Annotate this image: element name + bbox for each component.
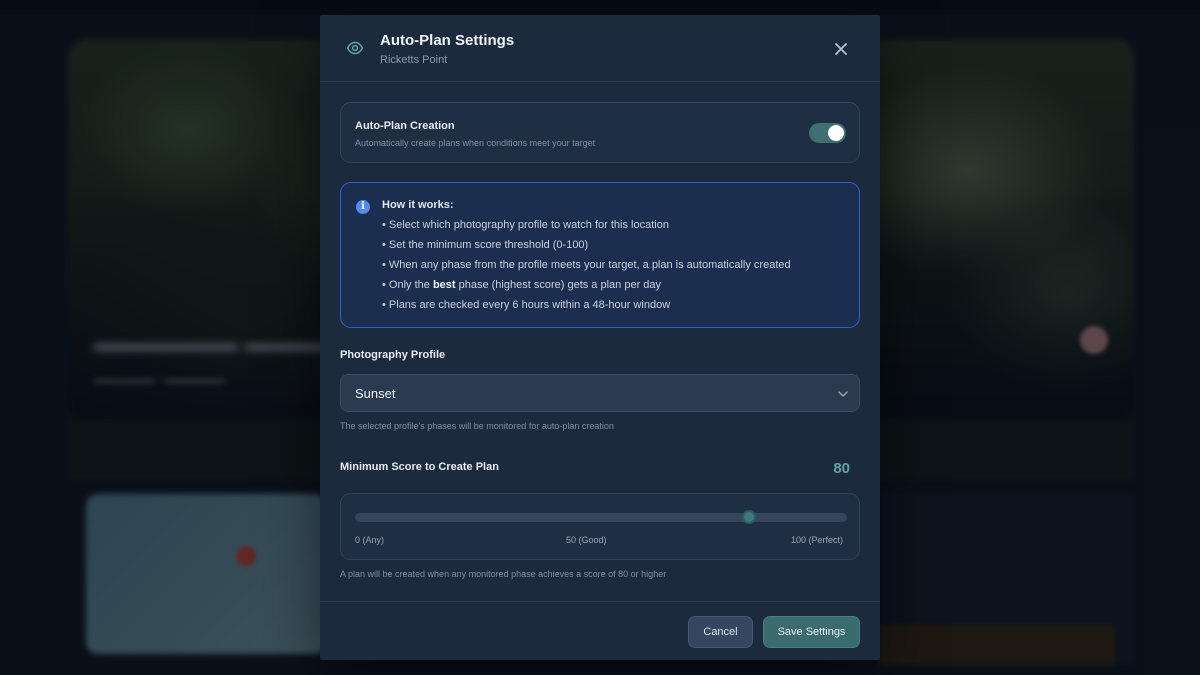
photography-profile-select[interactable]: Sunset [340, 374, 860, 412]
minimum-score-label: Minimum Score to Create Plan [340, 461, 499, 473]
how-it-works-info-box: i How it works: • Select which photograp… [340, 182, 860, 328]
info-item: • Set the minimum score threshold (0-100… [382, 239, 589, 251]
dialog-subtitle: Ricketts Point [380, 54, 448, 66]
info-item-prefix: • Only the [382, 279, 433, 291]
save-settings-button[interactable]: Save Settings [763, 616, 860, 648]
score-slider-thumb[interactable] [741, 510, 756, 524]
score-slider-track[interactable] [355, 513, 847, 522]
minimum-score-value: 80 [833, 460, 850, 477]
info-item: • When any phase from the profile meets … [382, 259, 791, 271]
chevron-down-icon [838, 391, 848, 397]
tick-label-min: 0 (Any) [355, 535, 385, 545]
info-item-best-phase: • Only the best phase (highest score) ge… [382, 279, 661, 291]
score-help-text: A plan will be created when any monitore… [340, 569, 667, 579]
score-slider-card: 0 (Any) 50 (Good) 100 (Perfect) [340, 493, 860, 560]
dialog-header: Auto-Plan Settings Ricketts Point [320, 15, 880, 82]
profile-help-text: The selected profile's phases will be mo… [340, 421, 614, 431]
eye-icon [346, 41, 364, 55]
toggle-knob [828, 125, 844, 141]
info-item-suffix: phase (highest score) gets a plan per da… [455, 279, 662, 291]
info-title: How it works: [382, 199, 454, 211]
info-item-bold: best [432, 279, 456, 291]
auto-plan-settings-dialog: Auto-Plan Settings Ricketts Point Auto-P… [320, 15, 880, 660]
info-item: • Select which photography profile to wa… [382, 219, 669, 231]
auto-plan-toggle-card: Auto-Plan Creation Automatically create … [340, 102, 860, 163]
info-icon: i [356, 200, 370, 214]
close-icon[interactable] [831, 39, 851, 59]
auto-plan-toggle-switch[interactable] [809, 123, 846, 143]
photography-profile-label: Photography Profile [340, 349, 446, 361]
info-item: • Plans are checked every 6 hours within… [382, 299, 671, 311]
tick-label-max: 100 (Perfect) [791, 535, 844, 545]
auto-plan-title: Auto-Plan Creation [355, 120, 455, 132]
tick-label-mid: 50 (Good) [566, 535, 607, 545]
dialog-footer: Cancel Save Settings [320, 601, 880, 660]
auto-plan-description: Automatically create plans when conditio… [355, 138, 596, 148]
dialog-title: Auto-Plan Settings [380, 32, 515, 49]
selected-profile: Sunset [355, 386, 396, 401]
cancel-button[interactable]: Cancel [688, 616, 753, 648]
